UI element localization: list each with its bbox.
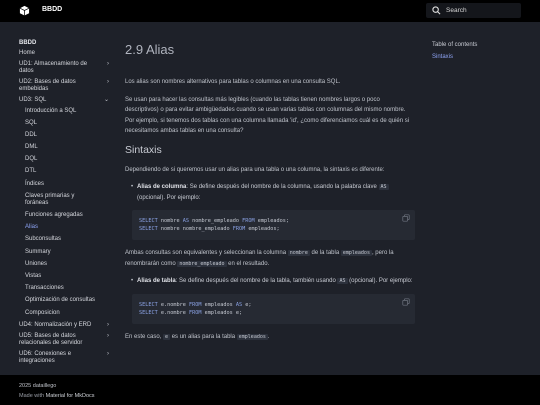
bullet-list: Alias de columna: Se define después del … <box>131 182 415 203</box>
sidebar-item-ud6[interactable]: UD6: Conexiones e integraciones › <box>19 351 111 365</box>
chevron-down-icon[interactable]: ⌄ <box>104 97 109 104</box>
sidebar-subitem-active[interactable]: Alias <box>25 224 111 231</box>
code-block: SELECT e.nombre FROM empleados AS e; SEL… <box>132 293 415 324</box>
sidebar-subitem[interactable]: Composicion <box>25 310 111 317</box>
footer-mkdocs-link[interactable]: Material for MkDocs <box>46 393 95 399</box>
copy-icon[interactable] <box>402 214 410 222</box>
code-block: SELECT nombre AS nombre_empleado FROM em… <box>132 210 415 240</box>
sidebar-subitem[interactable]: DQL <box>25 156 111 163</box>
chevron-right-icon[interactable]: › <box>107 322 109 329</box>
paragraph-intro: Los alias son nombres alternativos para … <box>125 79 341 85</box>
sidebar-subitem[interactable]: Funciones agregadas <box>25 212 111 219</box>
sidebar-item-ud2[interactable]: UD2: Bases de datos embebidas › <box>19 79 111 93</box>
sidebar-nav: BBDD Home UD1: Almacenamiento de datos ›… <box>19 40 111 369</box>
section-heading-sintaxis: Sintaxis <box>125 143 162 156</box>
list-item-table-alias: Alias de tabla: Se define después del no… <box>131 276 415 287</box>
code-line: SELECT nombre AS nombre_empleado FROM em… <box>139 218 289 224</box>
sidebar-item-ud3[interactable]: UD3: SQL ⌄ <box>19 97 111 104</box>
sidebar-subnav-ud3: Introducción a SQL SQL DDL DML DQL DTL Í… <box>19 108 111 317</box>
sidebar-subitem[interactable]: Summary <box>25 249 111 256</box>
code-line: SELECT e.nombre FROM empleados AS e; <box>139 301 252 308</box>
sidebar-subitem[interactable]: SQL <box>25 120 111 127</box>
sidebar-subitem[interactable]: Claves primarias y foráneas <box>25 193 111 207</box>
sidebar-subitem[interactable]: Vistas <box>25 273 111 280</box>
inline-code: nombre_empleado <box>177 260 227 267</box>
chevron-right-icon[interactable]: › <box>107 333 109 340</box>
search-box[interactable]: Search <box>426 3 521 18</box>
sidebar-item-label: UD6: Conexiones e integraciones <box>19 350 72 364</box>
inline-code: AS <box>337 278 348 284</box>
site-title[interactable]: BBDD <box>42 6 62 13</box>
sidebar-item-label: UD2: Bases de datos embebidas <box>19 78 76 92</box>
sidebar-subitem[interactable]: Transacciones <box>25 285 111 292</box>
paragraph-syntax: Dependiendo de si queremos usar un alias… <box>125 166 385 173</box>
toc-item-sintaxis[interactable]: Sintaxis <box>432 54 477 60</box>
sidebar-item-ud4[interactable]: UD4: Normalización y ERD › <box>19 322 111 329</box>
sidebar-subitem[interactable]: Optimización de consultas <box>25 297 111 304</box>
text: : Se define después del nombre de la tab… <box>175 278 338 284</box>
list-item-column-alias: Alias de columna: Se define después del … <box>131 182 415 203</box>
inline-code: e <box>163 333 171 340</box>
sidebar-subitem[interactable]: Uniones <box>25 261 111 268</box>
search-input[interactable]: Search <box>446 7 467 14</box>
chevron-right-icon[interactable]: › <box>107 61 109 68</box>
inline-code: empleados <box>236 333 268 340</box>
text: : Se define después del nombre de la col… <box>186 184 379 190</box>
paragraph-usage: Se usan para hacer las consultas más leg… <box>125 96 410 135</box>
paragraph-equivalence: Ambas consultas son equivalentes y selec… <box>125 250 394 267</box>
sidebar-title: BBDD <box>19 40 37 46</box>
table-of-contents: Table of contents Sintaxis <box>432 42 477 60</box>
sidebar-item-label: UD1: Almacenamiento de datos <box>19 60 88 74</box>
sidebar-subitem[interactable]: Subconsultas <box>25 236 111 243</box>
code-line: SELECT nombre nombre_empleado FROM emple… <box>139 226 280 232</box>
sidebar-subitem[interactable]: DML <box>25 144 111 151</box>
inline-code: nombre <box>287 250 310 256</box>
footer-copyright: 2025 dataillego <box>19 383 57 389</box>
footer-made-with: Made with Material for MkDocs <box>19 393 95 399</box>
toc-title: Table of contents <box>432 42 478 48</box>
text: (opcional). Por ejemplo: <box>137 194 201 201</box>
sidebar-subitem[interactable]: Introducción a SQL <box>25 108 111 115</box>
sidebar-item-home[interactable]: Home <box>19 50 111 57</box>
sidebar-item-ud5[interactable]: UD5: Bases de datos relacionales de serv… <box>19 333 111 347</box>
sidebar-item-ud1[interactable]: UD1: Almacenamiento de datos › <box>19 61 111 75</box>
sidebar-item-label: UD4: Normalización y ERD <box>19 321 92 328</box>
main-content: 2.9 Alias Los alias son nombres alternat… <box>125 42 415 349</box>
bold-term: Alias de tabla <box>137 278 176 284</box>
sidebar-item-label: UD3: SQL <box>19 96 47 103</box>
sidebar-subitem[interactable]: Índices <box>25 181 111 188</box>
chevron-right-icon[interactable]: › <box>107 351 109 358</box>
inline-code: AS <box>378 184 389 190</box>
book-logo-icon[interactable] <box>19 5 30 16</box>
footer: 2025 dataillego Made with Material for M… <box>0 375 540 405</box>
page-title: 2.9 Alias <box>125 42 175 57</box>
paragraph-conclusion: En este caso, e es un alias para la tabl… <box>125 333 270 340</box>
chevron-right-icon[interactable]: › <box>107 79 109 86</box>
search-icon <box>432 6 441 15</box>
text: (opcional). Por ejemplo: <box>347 278 413 284</box>
top-bar: BBDD Search <box>0 0 540 22</box>
copy-icon[interactable] <box>402 297 410 306</box>
bullet-list: Alias de tabla: Se define después del no… <box>131 276 415 287</box>
bold-term: Alias de columna <box>137 184 187 190</box>
code-line: SELECT e.nombre FROM empleados e; <box>139 309 243 316</box>
sidebar-item-label: UD5: Bases de datos relacionales de serv… <box>19 332 83 346</box>
sidebar-subitem[interactable]: DDL <box>25 132 111 139</box>
inline-code: empleados <box>340 250 372 256</box>
sidebar-subitem[interactable]: DTL <box>25 168 111 175</box>
